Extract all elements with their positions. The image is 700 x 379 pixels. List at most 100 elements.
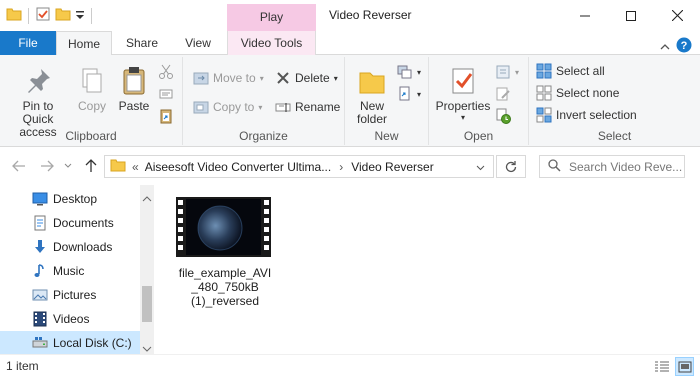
new-folder-icon (359, 72, 385, 94)
tab-view[interactable]: View (176, 31, 220, 55)
move-to-button[interactable]: Move to ▾ (193, 68, 264, 88)
chevron-down-icon: ▾ (460, 113, 465, 122)
refresh-button[interactable] (496, 155, 526, 178)
up-arrow-icon (85, 159, 97, 172)
breadcrumb-overflow-icon[interactable]: « (132, 160, 139, 174)
select-all-icon (536, 63, 552, 79)
chevron-down-icon: ▾ (333, 73, 338, 83)
pin-to-quick-access-button[interactable]: Pin to Quick access (4, 65, 72, 139)
nav-item-documents[interactable]: Documents (0, 211, 140, 235)
paste-shortcut-icon (160, 109, 172, 124)
navigation-pane: Desktop Documents Downloads Music Pictur… (0, 185, 154, 355)
documents-icon (34, 215, 46, 231)
select-none-button[interactable]: Select none (536, 83, 619, 103)
address-bar[interactable]: « Aiseesoft Video Converter Ultima... › … (104, 155, 494, 178)
rename-button[interactable]: Rename (275, 97, 340, 117)
properties-check-icon[interactable] (35, 6, 51, 25)
help-icon[interactable]: ? (676, 37, 692, 56)
customize-qat-icon[interactable] (75, 6, 85, 25)
navigation-bar: « Aiseesoft Video Converter Ultima... › … (0, 147, 700, 185)
chevron-down-icon: ▾ (417, 89, 422, 99)
music-icon (34, 264, 44, 277)
new-item-button[interactable]: ▾ (397, 62, 421, 82)
cut-button[interactable] (158, 62, 174, 82)
easy-access-icon (399, 86, 410, 101)
up-button[interactable] (82, 157, 100, 175)
scroll-up-icon[interactable] (142, 191, 152, 205)
large-icons-view-button[interactable] (675, 357, 694, 376)
delete-button[interactable]: Delete ▾ (275, 68, 338, 88)
rename-icon (275, 103, 291, 112)
select-group: Select all Select none Invert selection … (529, 57, 700, 145)
tab-home[interactable]: Home (56, 31, 112, 56)
paste-button[interactable]: Paste (114, 65, 154, 113)
item-count: 1 item (6, 359, 39, 373)
move-to-icon (193, 72, 209, 85)
title-bar: Play Video Reverser (0, 0, 700, 31)
maximize-icon (626, 10, 636, 21)
properties-button[interactable]: Properties ▾ (434, 65, 492, 123)
nav-item-desktop[interactable]: Desktop (0, 187, 140, 211)
select-all-button[interactable]: Select all (536, 61, 605, 81)
tab-video-tools[interactable]: Video Tools (227, 31, 316, 55)
edit-button[interactable] (495, 84, 511, 104)
scrollbar-thumb[interactable] (142, 286, 152, 322)
copy-to-icon (193, 101, 209, 114)
open-button[interactable]: ▾ (495, 62, 519, 82)
recent-locations-button[interactable] (62, 157, 74, 175)
ribbon: Pin to Quick access Copy Paste Clipboard… (0, 55, 700, 147)
file-item[interactable]: file_example_AVI _480_750kB (1)_reversed (174, 195, 276, 315)
chevron-down-icon: ▾ (515, 67, 520, 77)
copy-icon (82, 68, 102, 93)
invert-selection-button[interactable]: Invert selection (536, 105, 637, 125)
search-input[interactable]: Search Video Reve... (539, 155, 685, 178)
scissors-icon (159, 64, 173, 79)
tab-file[interactable]: File (0, 31, 56, 55)
breadcrumb-root[interactable]: Aiseesoft Video Converter Ultima... (145, 160, 332, 174)
breadcrumb-current[interactable]: Video Reverser (351, 160, 434, 174)
address-dropdown-icon[interactable] (476, 160, 485, 174)
nav-item-local-disk[interactable]: Local Disk (C:) (0, 331, 140, 355)
history-button[interactable] (495, 106, 511, 126)
back-arrow-icon (12, 160, 25, 172)
open-icon (496, 65, 510, 79)
nav-item-videos[interactable]: Videos (0, 307, 140, 331)
collapse-ribbon-icon[interactable] (660, 40, 670, 54)
close-button[interactable] (654, 0, 700, 31)
copy-to-button[interactable]: Copy to ▾ (193, 97, 262, 117)
minimize-button[interactable] (562, 0, 608, 31)
breadcrumb-separator-icon[interactable]: › (339, 160, 343, 174)
view-switcher (652, 357, 694, 376)
copy-button[interactable]: Copy (74, 65, 110, 113)
details-view-button[interactable] (652, 357, 671, 376)
clipboard-group-label: Clipboard (65, 129, 117, 143)
new-folder-button[interactable]: New folder (351, 65, 393, 126)
search-placeholder: Search Video Reve... (569, 159, 683, 174)
invert-selection-icon (536, 107, 552, 123)
nav-item-pictures[interactable]: Pictures (0, 283, 140, 307)
scroll-down-icon[interactable] (142, 341, 152, 355)
paste-shortcut-button[interactable] (158, 106, 174, 126)
qat-separator (28, 7, 29, 24)
forward-button[interactable] (38, 157, 56, 175)
properties-icon (452, 68, 474, 94)
window-title: Video Reverser (329, 8, 412, 22)
copy-path-button[interactable] (158, 84, 174, 104)
ribbon-controls: ? (660, 37, 692, 56)
new-folder-icon[interactable] (55, 6, 71, 25)
desktop-icon (32, 192, 48, 206)
folder-icon[interactable] (6, 6, 22, 25)
easy-access-button[interactable]: ▾ (397, 84, 421, 104)
nav-pane-scrollbar[interactable] (140, 185, 154, 354)
edit-icon (496, 87, 510, 101)
tab-share[interactable]: Share (118, 31, 166, 55)
maximize-button[interactable] (608, 0, 654, 31)
refresh-icon (505, 160, 517, 172)
svg-text:?: ? (681, 40, 688, 52)
forward-arrow-icon (41, 160, 54, 172)
back-button[interactable] (10, 157, 28, 175)
new-item-icon (397, 65, 412, 79)
downloads-icon (35, 240, 45, 253)
nav-item-downloads[interactable]: Downloads (0, 235, 140, 259)
nav-item-music[interactable]: Music (0, 259, 140, 283)
